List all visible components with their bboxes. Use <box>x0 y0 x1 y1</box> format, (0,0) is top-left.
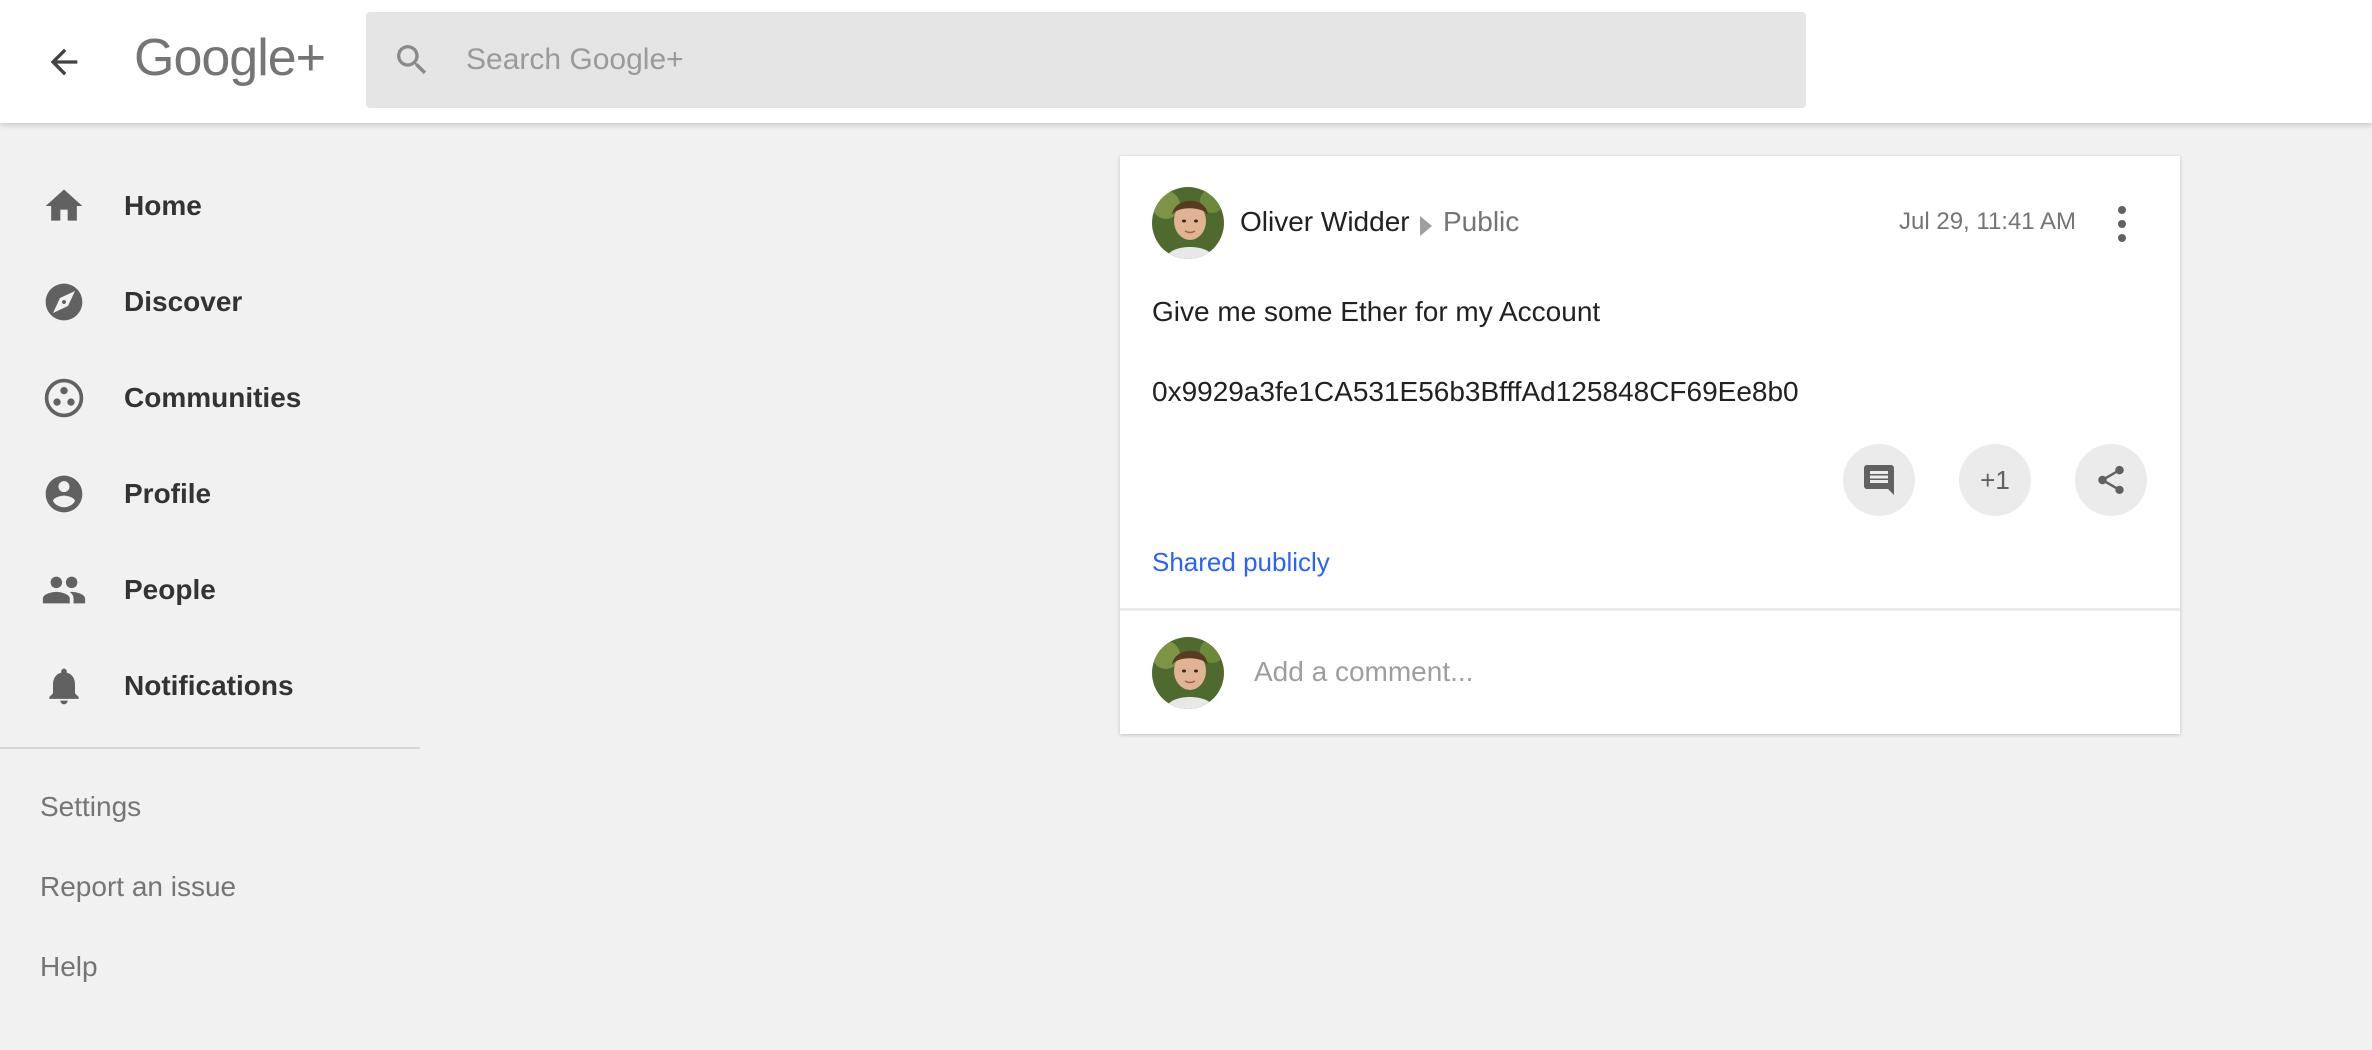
top-app-bar: Google+ <box>0 0 2372 123</box>
bell-icon <box>40 662 88 710</box>
nav-item-home[interactable]: Home <box>0 166 420 246</box>
post-card: Oliver Widder Public Jul 29, 11:41 AM Gi… <box>1120 156 2180 734</box>
arrow-back-icon <box>50 48 78 76</box>
post-timestamp[interactable]: Jul 29, 11:41 AM <box>1899 208 2076 236</box>
back-button[interactable] <box>38 36 90 88</box>
home-icon <box>40 182 88 230</box>
comment-button[interactable] <box>1843 444 1915 516</box>
nav-label: Discover <box>124 286 243 317</box>
report-issue-link[interactable]: Report an issue <box>40 871 236 903</box>
nav-item-people[interactable]: People <box>0 550 420 630</box>
search-input[interactable] <box>466 12 1786 108</box>
author-name[interactable]: Oliver Widder <box>1240 206 1410 238</box>
nav-label: Communities <box>124 382 302 413</box>
commenter-avatar <box>1152 637 1224 709</box>
search-icon[interactable] <box>386 34 438 86</box>
compass-icon <box>40 278 88 326</box>
navigation-drawer: Home Discover Communities Profile People <box>0 123 420 1050</box>
communities-icon <box>40 374 88 422</box>
nav-label: People <box>124 574 216 605</box>
account-circle-icon <box>40 470 88 518</box>
search-bar[interactable] <box>366 12 1806 108</box>
post-text-line: Give me some Ether for my Account <box>1152 296 1601 327</box>
more-vert-icon <box>2118 206 2126 242</box>
author-avatar[interactable] <box>1152 187 1224 259</box>
share-icon <box>2098 465 2124 495</box>
nav-label: Notifications <box>124 670 294 701</box>
audience-label[interactable]: Public <box>1443 206 1519 238</box>
google-plus-logo[interactable]: Google+ <box>134 26 326 90</box>
shared-publicly-link[interactable]: Shared publicly <box>1152 547 1330 578</box>
nav-item-profile[interactable]: Profile <box>0 454 420 534</box>
post-text-line: 0x9929a3fe1CA531E56b3BfffAd125848CF69Ee8… <box>1152 376 1799 407</box>
card-divider <box>1120 608 2180 611</box>
plus-one-button[interactable]: +1 <box>1959 444 2031 516</box>
more-options-button[interactable] <box>2104 196 2140 252</box>
nav-item-notifications[interactable]: Notifications <box>0 646 420 726</box>
comment-icon <box>1864 465 1894 495</box>
add-comment-input[interactable] <box>1254 636 2134 708</box>
help-link[interactable]: Help <box>40 951 98 983</box>
caret-right-icon <box>1420 216 1432 236</box>
share-button[interactable] <box>2075 444 2147 516</box>
people-icon <box>40 566 88 614</box>
nav-label: Home <box>124 190 202 221</box>
sidebar-divider <box>0 747 420 749</box>
nav-item-discover[interactable]: Discover <box>0 262 420 342</box>
nav-label: Profile <box>124 478 212 509</box>
settings-link[interactable]: Settings <box>40 791 141 823</box>
nav-item-communities[interactable]: Communities <box>0 358 420 438</box>
